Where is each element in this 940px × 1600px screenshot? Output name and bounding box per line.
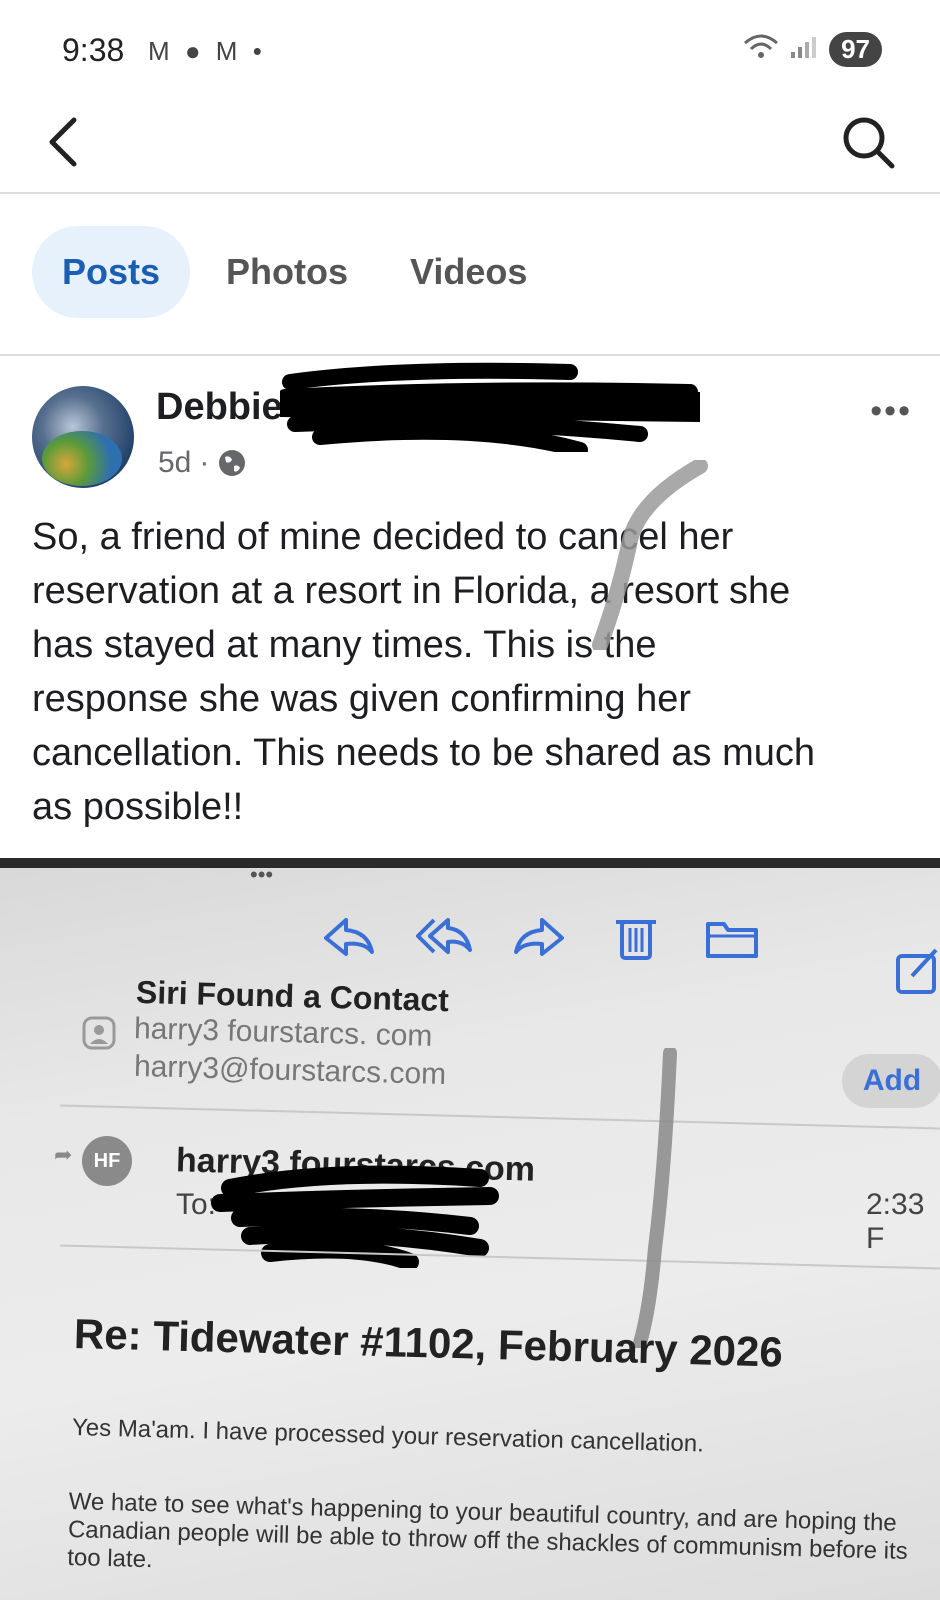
back-chevron-icon[interactable] [40,112,90,172]
avatar-globe-image [42,431,122,486]
siri-contact-title: Siri Found a Contact [135,973,450,1019]
status-time: 9:38 [62,32,125,68]
pencil-scratch [633,1048,677,1348]
email-body-line: Yes Ma'am. I have processed your reserva… [71,1414,705,1458]
contact-icon [82,1016,116,1050]
sender-avatar: HF [82,1136,132,1186]
trash-icon [616,920,656,960]
post-text-line: cancellation. This needs to be shared as… [32,732,815,774]
more-horizontal-icon[interactable]: ••• [870,392,912,431]
post-text-line: So, a friend of mine decided to cancel h… [32,516,734,558]
email-time: 2:33 F [866,1188,925,1255]
post-text-line: as possible!! [32,786,244,828]
globe-icon [219,450,246,476]
reply-all-icon [416,918,472,954]
top-navigation [0,100,940,194]
post-age[interactable]: 5d [158,446,191,480]
redaction-scribble [280,362,700,452]
forward-icon [514,918,564,956]
post-body: So, a friend of mine decided to cancel h… [32,510,922,834]
replied-arrow-icon: ➦ [54,1142,73,1167]
profile-tabs: Posts Photos Videos [0,194,940,356]
avatar[interactable] [32,386,134,488]
folder-icon [706,922,758,958]
email-body-paragraph: We hate to see what's happening to your … [66,1488,909,1574]
tab-photos[interactable]: Photos [196,226,378,318]
mail-toolbar [320,912,760,962]
post-photo[interactable]: ••• Siri Found a Contact harry3 fourstar… [0,858,940,1600]
post-author[interactable]: Debbie [156,386,283,429]
wifi-icon [743,33,779,67]
siri-contact-email: harry3@fourstarcs.com [133,1049,447,1092]
siri-contact-name: harry3 fourstarcs. com [133,1012,433,1053]
divider [60,1104,940,1130]
status-right: 97 [743,32,882,67]
search-icon[interactable] [838,112,898,172]
signal-icon [789,34,819,66]
compose-icon [896,948,938,994]
battery-level: 97 [829,32,882,67]
post-text-line: response she was given confirming her [32,678,692,720]
pencil-scratch [592,460,708,650]
status-bar: 9:38 M ● M • 97 [0,0,940,100]
post-text-line: reservation at a resort in Florida, a re… [32,570,791,612]
tab-videos[interactable]: Videos [380,226,557,318]
add-contact-button: Add [842,1054,940,1108]
photo-top-edge [0,858,940,868]
notification-icons: M ● M • [148,36,266,66]
reply-icon [324,918,374,956]
photo-dots: ••• [250,862,274,887]
post-text-line: has stayed at many times. This is the [32,624,657,666]
post-meta: 5d · [158,446,247,480]
meta-separator: · [199,446,210,479]
tab-posts[interactable]: Posts [32,226,191,318]
